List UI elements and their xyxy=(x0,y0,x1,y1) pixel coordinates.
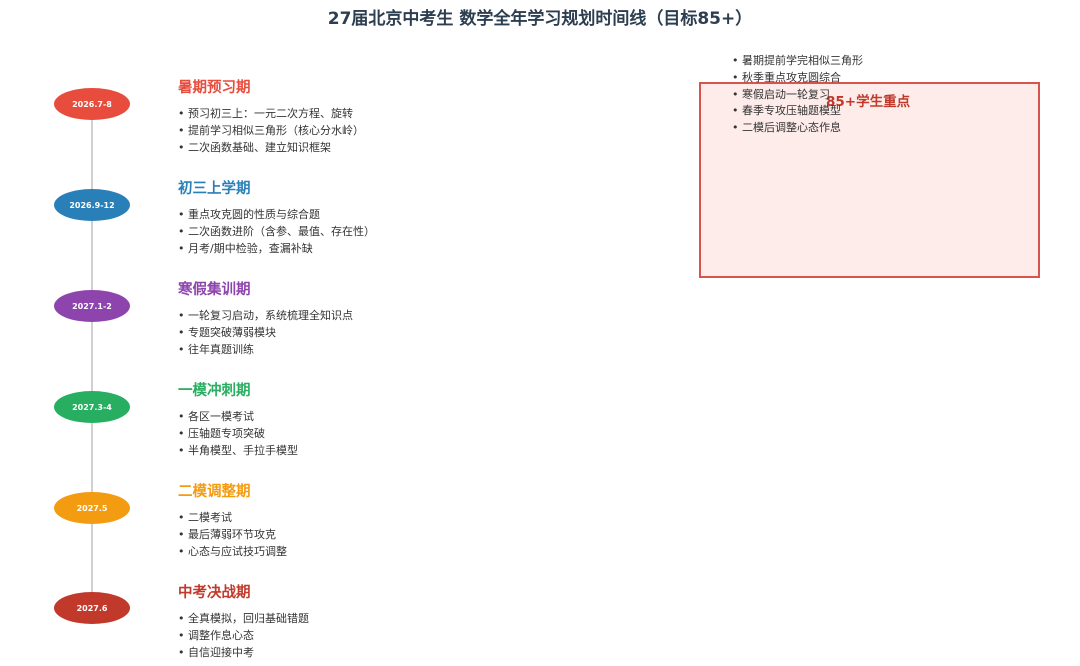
phase-title: 暑期预习期 xyxy=(178,80,251,96)
phase-item: 往年真题训练 xyxy=(178,342,598,359)
phase-item: 二次函数进阶（含参、最值、存在性） xyxy=(178,224,598,241)
timeline-spine xyxy=(91,104,93,609)
phase-block: 寒假集训期 一轮复习启动，系统梳理全知识点 专题突破薄弱模块 往年真题训练 xyxy=(178,281,598,358)
date-node: 2027.3-4 xyxy=(54,391,130,423)
phase-item: 压轴题专项突破 xyxy=(178,426,598,443)
phase-title: 二模调整期 xyxy=(178,484,251,500)
focus-list: 暑期提前学完相似三角形 秋季重点攻克圆综合 寒假启动一轮复习 春季专攻压轴题模型… xyxy=(732,53,863,137)
phase-title: 一模冲刺期 xyxy=(178,383,251,399)
phase-item: 一轮复习启动，系统梳理全知识点 xyxy=(178,308,598,325)
phase-block: 二模调整期 二模考试 最后薄弱环节攻克 心态与应试技巧调整 xyxy=(178,483,598,560)
phase-item: 最后薄弱环节攻克 xyxy=(178,527,598,544)
date-node: 2027.5 xyxy=(54,492,130,524)
phase-items: 各区一模考试 压轴题专项突破 半角模型、手拉手模型 xyxy=(178,409,598,459)
phase-title: 中考决战期 xyxy=(178,585,251,601)
phase-block: 中考决战期 全真模拟，回归基础错题 调整作息心态 自信迎接中考 xyxy=(178,584,598,661)
date-node: 2026.9-12 xyxy=(54,189,130,221)
phase-item: 重点攻克圆的性质与综合题 xyxy=(178,207,598,224)
phase-title: 寒假集训期 xyxy=(178,282,251,298)
phase-item: 二模考试 xyxy=(178,510,598,527)
focus-item: 暑期提前学完相似三角形 xyxy=(732,53,863,70)
phase-block: 暑期预习期 预习初三上：一元二次方程、旋转 提前学习相似三角形（核心分水岭） 二… xyxy=(178,79,598,156)
phase-item: 提前学习相似三角形（核心分水岭） xyxy=(178,123,598,140)
date-node: 2027.6 xyxy=(54,592,130,624)
date-node: 2026.7-8 xyxy=(54,88,130,120)
focus-item: 寒假启动一轮复习 xyxy=(732,87,863,104)
page-title: 27届北京中考生 数学全年学习规划时间线（目标85+） xyxy=(327,9,753,29)
phase-item: 全真模拟，回归基础错题 xyxy=(178,611,598,628)
phase-block: 一模冲刺期 各区一模考试 压轴题专项突破 半角模型、手拉手模型 xyxy=(178,382,598,459)
focus-item: 二模后调整心态作息 xyxy=(732,120,863,137)
focus-item: 秋季重点攻克圆综合 xyxy=(732,70,863,87)
phase-items: 重点攻克圆的性质与综合题 二次函数进阶（含参、最值、存在性） 月考/期中检验，查… xyxy=(178,207,598,257)
phase-item: 预习初三上：一元二次方程、旋转 xyxy=(178,106,598,123)
phase-items: 预习初三上：一元二次方程、旋转 提前学习相似三角形（核心分水岭） 二次函数基础、… xyxy=(178,106,598,156)
phase-items: 全真模拟，回归基础错题 调整作息心态 自信迎接中考 xyxy=(178,611,598,661)
phase-item: 月考/期中检验，查漏补缺 xyxy=(178,241,598,258)
phase-item: 调整作息心态 xyxy=(178,628,598,645)
phase-block: 初三上学期 重点攻克圆的性质与综合题 二次函数进阶（含参、最值、存在性） 月考/… xyxy=(178,180,598,257)
phase-item: 自信迎接中考 xyxy=(178,645,598,662)
focus-item: 春季专攻压轴题模型 xyxy=(732,103,863,120)
phase-item: 二次函数基础、建立知识框架 xyxy=(178,140,598,157)
phase-items: 二模考试 最后薄弱环节攻克 心态与应试技巧调整 xyxy=(178,510,598,560)
phase-items: 一轮复习启动，系统梳理全知识点 专题突破薄弱模块 往年真题训练 xyxy=(178,308,598,358)
phase-item: 心态与应试技巧调整 xyxy=(178,544,598,561)
date-node: 2027.1-2 xyxy=(54,290,130,322)
phase-item: 半角模型、手拉手模型 xyxy=(178,443,598,460)
phase-item: 专题突破薄弱模块 xyxy=(178,325,598,342)
phase-item: 各区一模考试 xyxy=(178,409,598,426)
phase-title: 初三上学期 xyxy=(178,181,251,197)
